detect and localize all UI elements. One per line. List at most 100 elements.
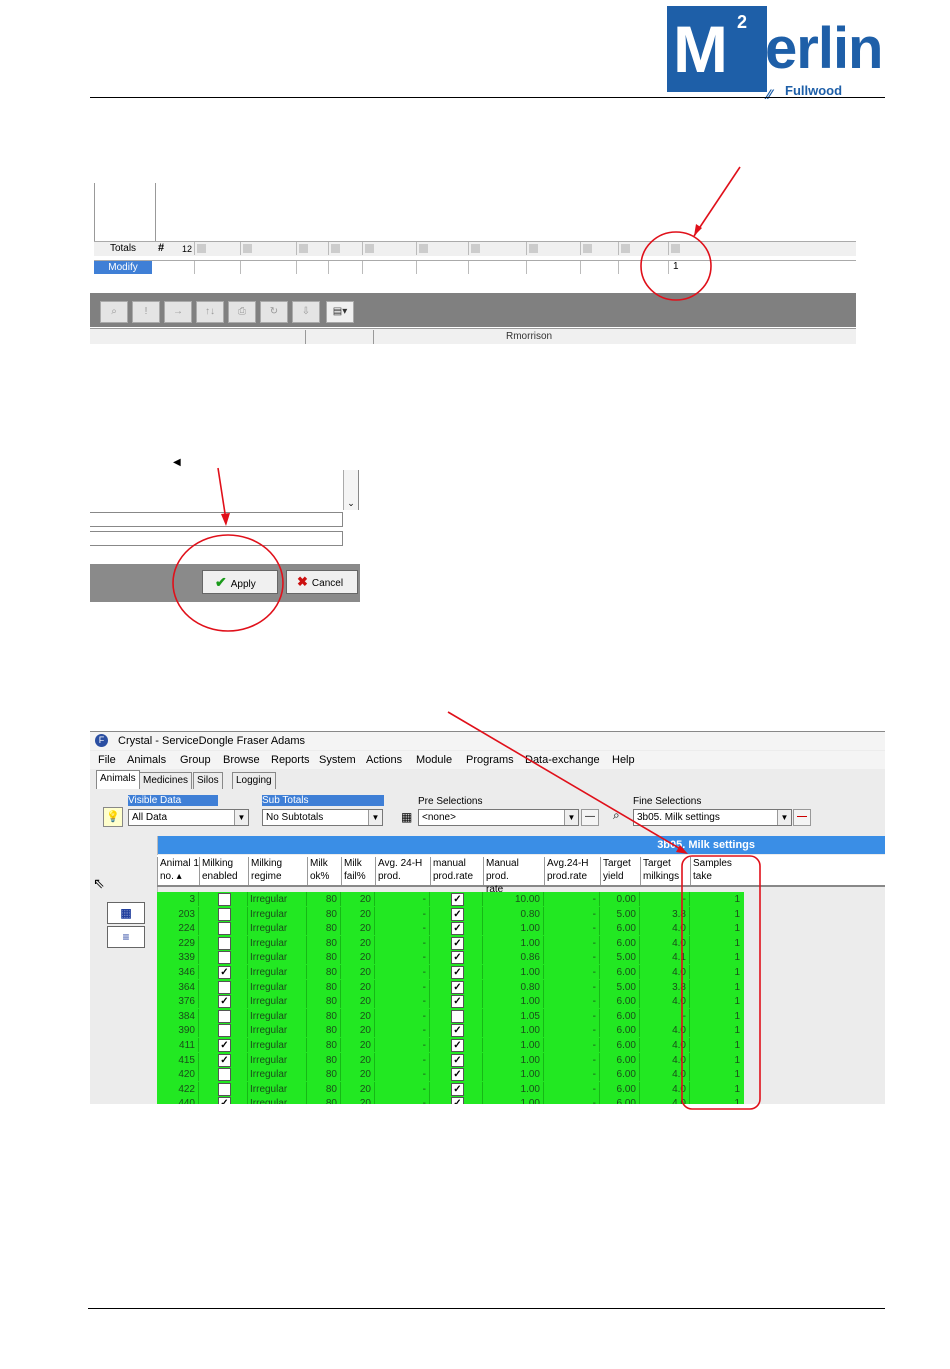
manual-prod-rate-checkbox[interactable]: ✓ [451,1083,464,1096]
table-row[interactable]: 339 Irregular 80 20 - ✓ 0.86 - 5.00 4.1 1 [157,950,744,964]
table-row[interactable]: 229 Irregular 80 20 - ✓ 1.00 - 6.00 4.0 1 [157,936,744,950]
milking-enabled-checkbox[interactable] [218,981,231,994]
select-all-icon[interactable]: ▦ [107,902,145,924]
manual-prod-rate-checkbox[interactable]: ✓ [451,951,464,964]
manual-prod-rate-checkbox[interactable]: ✓ [451,1054,464,1067]
manual-prod-rate-checkbox[interactable]: ✓ [451,893,464,906]
milking-enabled-checkbox[interactable]: ✓ [218,1097,231,1104]
deselect-all-icon[interactable]: ≡ [107,926,145,948]
table-row[interactable]: 364 Irregular 80 20 - ✓ 0.80 - 5.00 3.8 1 [157,980,744,994]
milking-enabled-checkbox[interactable] [218,908,231,921]
menu-reports[interactable]: Reports [271,754,310,766]
milking-enabled-checkbox[interactable] [218,922,231,935]
export-icon[interactable]: ⇩ [292,301,320,323]
manual-prod-rate-checkbox[interactable]: ✓ [451,922,464,935]
milking-enabled-checkbox[interactable] [218,1024,231,1037]
milking-enabled-checkbox[interactable] [218,1068,231,1081]
modify-cell[interactable] [328,261,363,274]
sub-totals-select[interactable]: No Subtotals ▼ [262,809,383,826]
modify-cell[interactable] [362,261,417,274]
tab-silos[interactable]: Silos [193,772,223,789]
table-row[interactable]: 224 Irregular 80 20 - ✓ 1.00 - 6.00 4.0 1 [157,921,744,935]
manual-prod-rate-checkbox[interactable]: ✓ [451,1068,464,1081]
dropdown-arrow-icon[interactable]: ▼ [368,810,382,825]
mark-icon[interactable]: ! [132,301,160,323]
manual-prod-rate-checkbox[interactable]: ✓ [451,1097,464,1104]
tab-medicines[interactable]: Medicines [139,772,193,789]
column-header[interactable]: Milk ok% [307,857,341,885]
column-header[interactable]: Manual prod. rate [483,857,544,895]
menu-help[interactable]: Help [612,754,635,766]
dropdown-arrow-icon[interactable]: ▼ [564,810,578,825]
table-icon[interactable]: ▦ [401,810,412,824]
lightbulb-icon[interactable]: 💡 [103,807,123,827]
refresh-icon[interactable]: ↻ [260,301,288,323]
modify-value[interactable]: 1 [673,261,679,272]
modify-cell[interactable] [296,261,329,274]
manual-prod-rate-checkbox[interactable]: ✓ [451,1039,464,1052]
apply-button[interactable]: ✔ Apply [202,570,278,594]
manual-prod-rate-checkbox[interactable]: ✓ [451,937,464,950]
menu-animals[interactable]: Animals [127,754,166,766]
sort-icon[interactable]: ↑↓ [196,301,224,323]
modify-cell[interactable] [618,261,669,274]
milking-enabled-checkbox[interactable] [218,1083,231,1096]
print-icon[interactable]: ⎙ [228,301,256,323]
column-header[interactable]: Avg.24-H prod.rate [544,857,600,885]
modify-cell[interactable] [580,261,619,274]
modify-cell[interactable] [526,261,581,274]
modify-cell[interactable] [240,261,297,274]
remove-fine-selection-button[interactable]: — [793,809,811,826]
tab-logging[interactable]: Logging [232,772,276,789]
table-row[interactable]: 422 Irregular 80 20 - ✓ 1.00 - 6.00 4.0 1 [157,1082,744,1096]
modify-cell[interactable] [194,261,241,274]
pre-selections-select[interactable]: <none> ▼ [418,809,579,826]
menu-browse[interactable]: Browse [223,754,260,766]
magnifier-icon[interactable]: ⌕ [613,808,620,823]
table-row[interactable]: 203 Irregular 80 20 - ✓ 0.80 - 5.00 3.8 1 [157,907,744,921]
manual-prod-rate-checkbox[interactable]: ✓ [451,908,464,921]
menu-programs[interactable]: Programs [466,754,514,766]
milking-enabled-checkbox[interactable] [218,1010,231,1023]
milking-enabled-checkbox[interactable] [218,893,231,906]
menu-actions[interactable]: Actions [366,754,402,766]
column-header[interactable]: Samples take [690,857,744,885]
milking-enabled-checkbox[interactable] [218,937,231,950]
column-header[interactable]: Target yield [600,857,640,885]
table-row[interactable]: 415 ✓ Irregular 80 20 - ✓ 1.00 - 6.00 4.0 1 [157,1053,744,1067]
modify-cell[interactable] [416,261,469,274]
manual-prod-rate-checkbox[interactable]: ✓ [451,966,464,979]
milking-enabled-checkbox[interactable] [218,951,231,964]
menu-data-exchange[interactable]: Data-exchange [525,754,600,766]
column-header[interactable]: Target milkings [640,857,690,885]
table-row[interactable]: 411 ✓ Irregular 80 20 - ✓ 1.00 - 6.00 4.0 1 [157,1038,744,1052]
cancel-button[interactable]: ✖ Cancel [286,570,358,594]
manual-prod-rate-checkbox[interactable]: ✓ [451,995,464,1008]
manual-prod-rate-checkbox[interactable]: ✓ [451,1024,464,1037]
milking-enabled-checkbox[interactable]: ✓ [218,995,231,1008]
manual-prod-rate-checkbox[interactable]: ✓ [451,981,464,994]
dropdown-arrow-icon[interactable]: ▼ [234,810,248,825]
manual-prod-rate-checkbox[interactable] [451,1010,464,1023]
column-header[interactable]: Milking regime [248,857,307,885]
milking-enabled-checkbox[interactable]: ✓ [218,1039,231,1052]
table-row[interactable]: 3 Irregular 80 20 - ✓ 10.00 - 0.00 - 1 [157,892,744,906]
tab-animals[interactable]: Animals [96,770,140,789]
zoom-icon[interactable]: ⌕ [100,301,128,323]
milking-enabled-checkbox[interactable]: ✓ [218,966,231,979]
modify-cell[interactable] [468,261,527,274]
edit-icon[interactable]: → [164,301,192,323]
menu-group[interactable]: Group [180,754,211,766]
clear-pre-selection-button[interactable]: — [581,809,599,826]
column-header[interactable]: manual prod.rate [430,857,483,885]
visible-data-select[interactable]: All Data ▼ [128,809,249,826]
menu-file[interactable]: File [98,754,116,766]
scroll-down-icon[interactable]: ⌄ [343,470,359,510]
column-header[interactable]: Milk fail% [341,857,375,885]
table-row[interactable]: 376 ✓ Irregular 80 20 - ✓ 1.00 - 6.00 4.0 1 [157,994,744,1008]
column-header[interactable]: Animal 1 no. ▴ [157,857,199,885]
fine-selections-select[interactable]: 3b05. Milk settings ▼ [633,809,792,826]
table-row[interactable]: 390 Irregular 80 20 - ✓ 1.00 - 6.00 4.0 1 [157,1023,744,1037]
table-row[interactable]: 384 Irregular 80 20 - 1.05 - 6.00 - 1 [157,1009,744,1023]
table-row[interactable]: 420 Irregular 80 20 - ✓ 1.00 - 6.00 4.0 1 [157,1067,744,1081]
